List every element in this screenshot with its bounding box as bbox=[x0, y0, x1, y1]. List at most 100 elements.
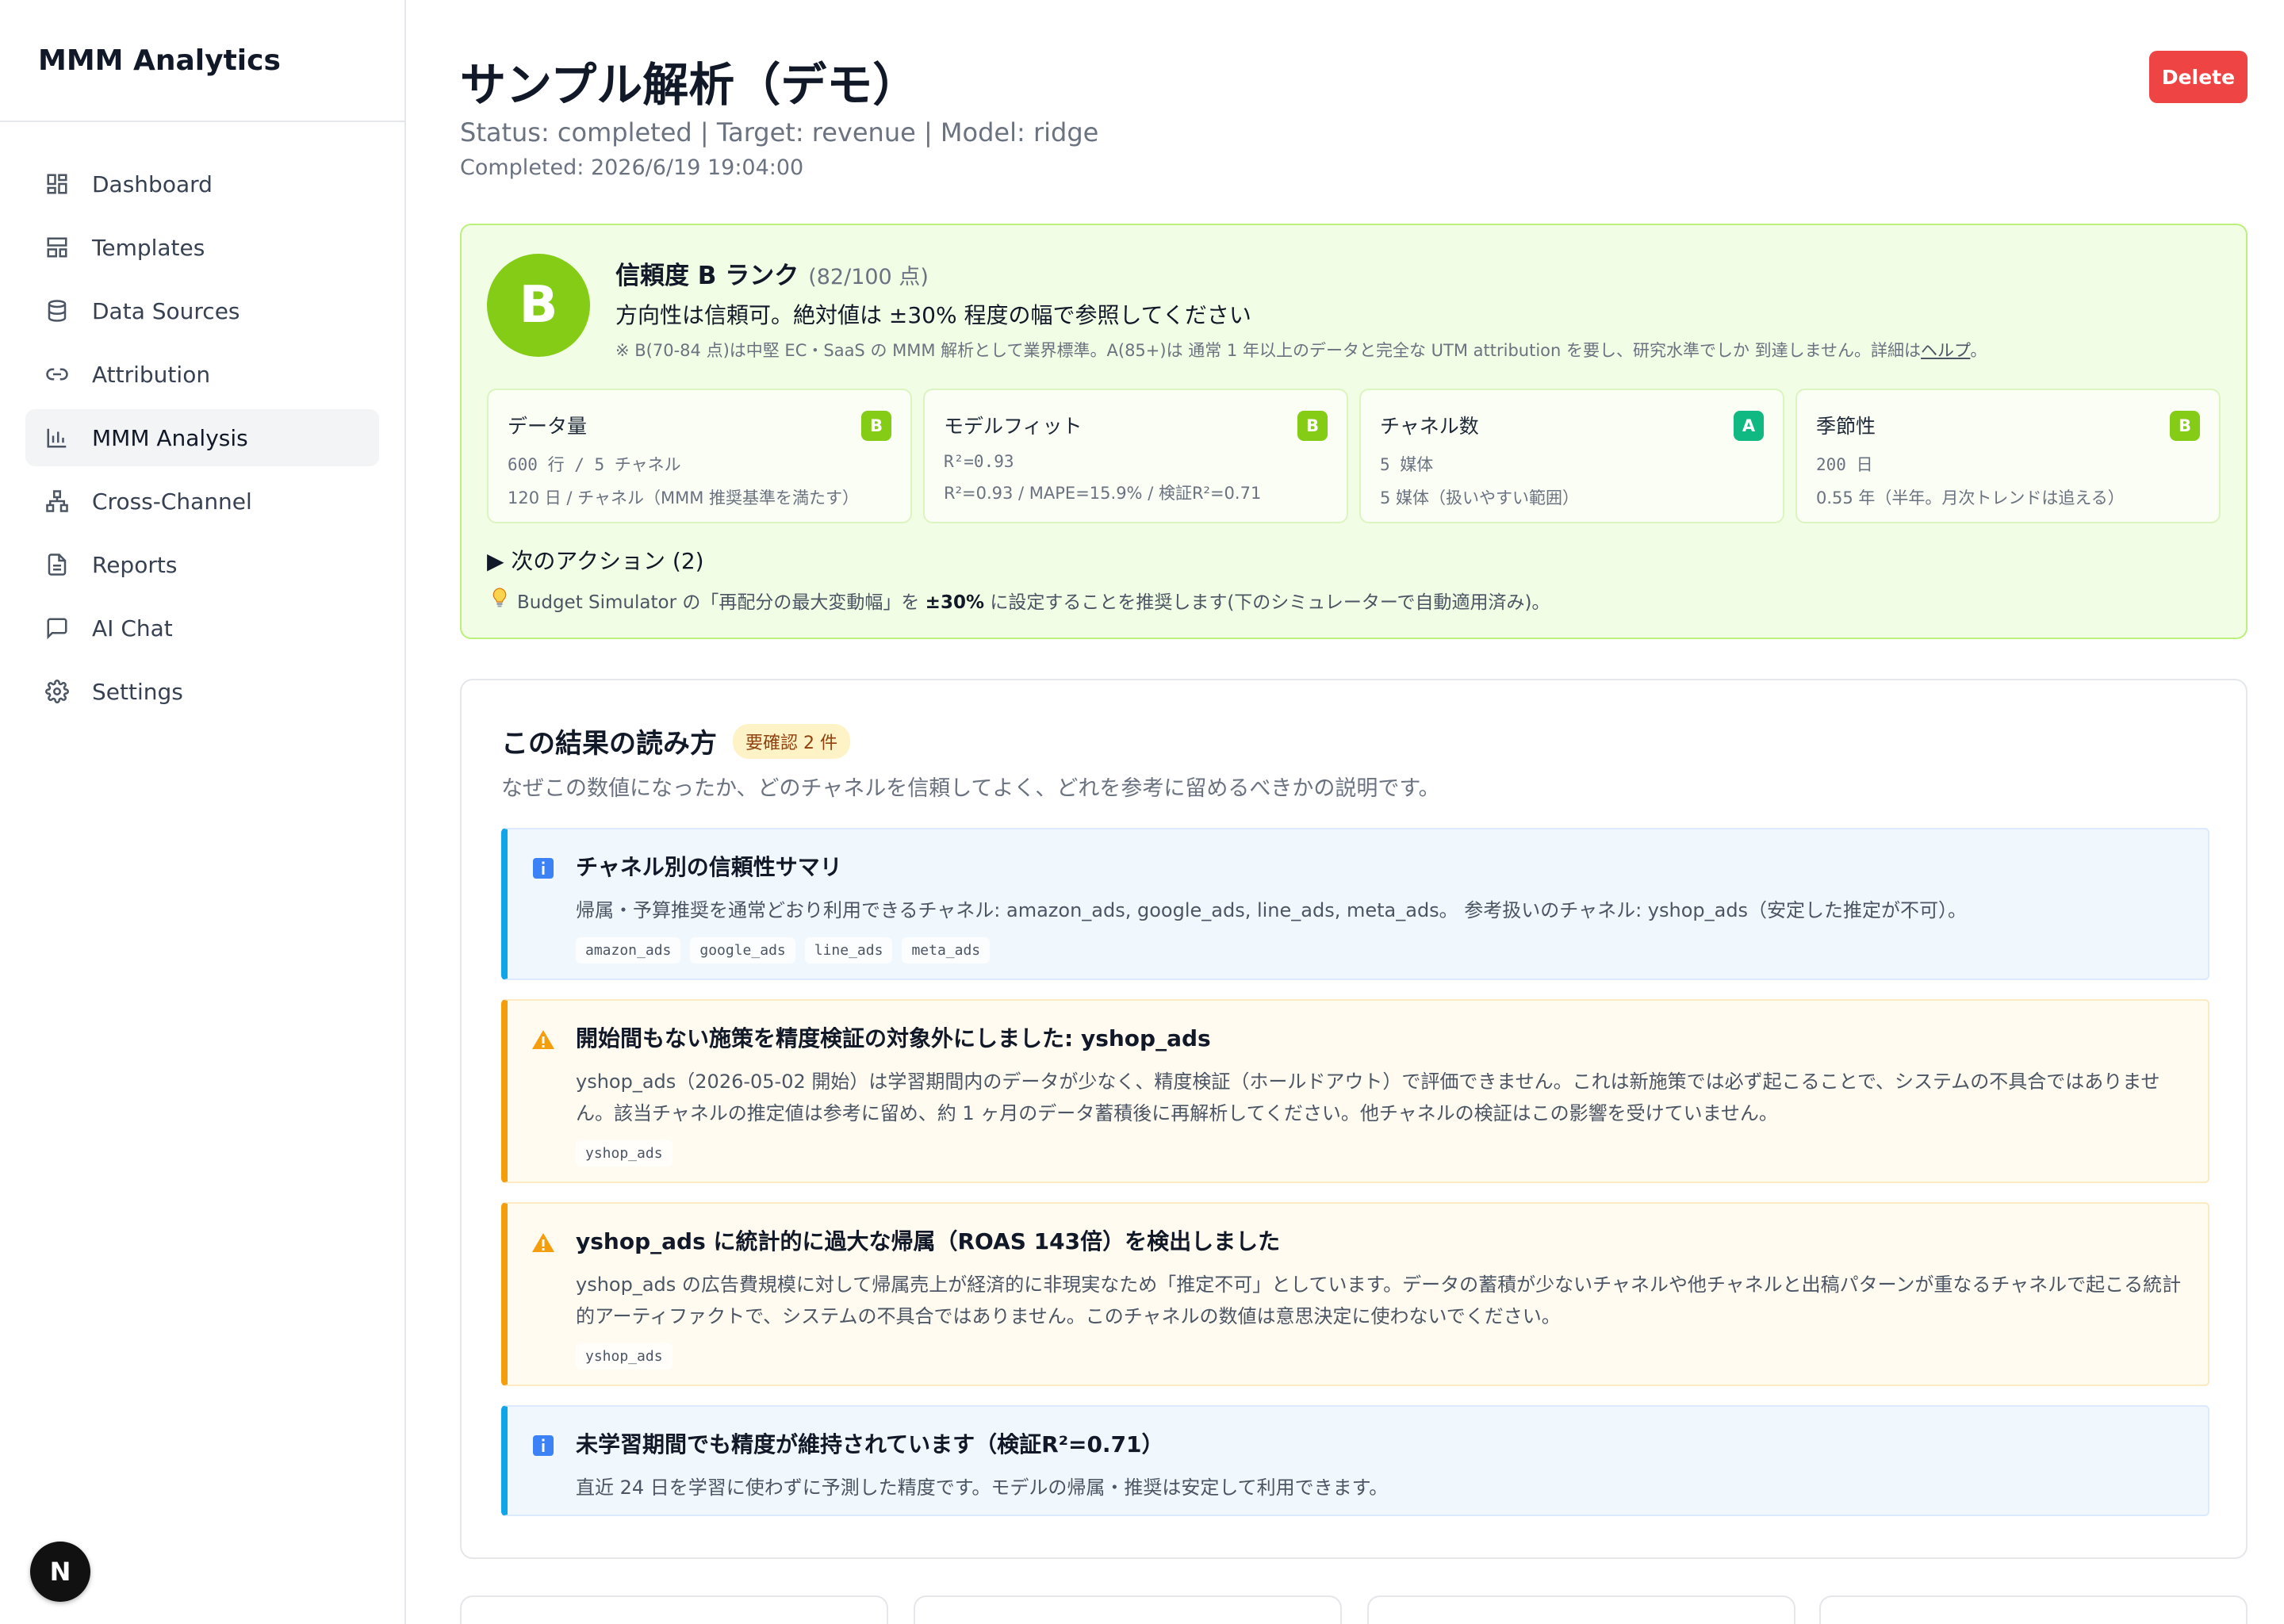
confidence-title: 信頼度 B ランク (82/100 点) bbox=[615, 255, 929, 291]
info-icon bbox=[531, 1434, 555, 1457]
channel-tag: yshop_ads bbox=[576, 1343, 673, 1369]
chat-icon bbox=[44, 615, 70, 641]
sidebar-item-label: Dashboard bbox=[92, 170, 213, 197]
analysis-meta: Status: completed | Target: revenue | Mo… bbox=[460, 117, 1099, 147]
sidebar-item-settings[interactable]: Settings bbox=[25, 663, 379, 720]
channel-tag: yshop_ads bbox=[576, 1140, 673, 1166]
tip-range: ±30% bbox=[925, 592, 984, 613]
sidebar-item-mmm-analysis[interactable]: MMM Analysis bbox=[25, 409, 379, 466]
result-reading-card: この結果の読み方 要確認 2 件 なぜこの数値になったか、どのチャネルを信頼して… bbox=[460, 679, 2248, 1559]
sidebar-item-reports[interactable]: Reports bbox=[25, 536, 379, 593]
metric-card-seasonality: 季節性 B 200 日 0.55 年（半年。月次トレンドは追える） bbox=[1795, 389, 2221, 523]
confidence-card: B 信頼度 B ランク (82/100 点) 方向性は信頼可。絶対値は ±30% … bbox=[460, 224, 2248, 639]
database-icon bbox=[44, 298, 70, 324]
metric-title: チャネル数 bbox=[1380, 415, 1479, 438]
sidebar-item-attribution[interactable]: Attribution bbox=[25, 346, 379, 403]
channel-tag: line_ads bbox=[804, 937, 893, 963]
sidebar-item-dashboard[interactable]: Dashboard bbox=[25, 155, 379, 213]
metric-value: 200 日 bbox=[1816, 455, 1873, 474]
metric-card-channel-count: チャネル数 A 5 媒体 5 媒体（扱いやすい範囲） bbox=[1359, 389, 1784, 523]
next-actions-toggle[interactable]: ▶ 次のアクション (2) bbox=[487, 544, 704, 576]
confidence-note-text: ※ B(70-84 点)は中堅 EC・SaaS の MMM 解析として業界標準。… bbox=[615, 341, 1922, 360]
metric-card-data-volume: データ量 B 600 行 / 5 チャネル 120 日 / チャネル（MMM 推… bbox=[487, 389, 912, 523]
confidence-note: ※ B(70-84 点)は中堅 EC・SaaS の MMM 解析として業界標準。… bbox=[615, 338, 1987, 362]
stat-card bbox=[1819, 1595, 2248, 1624]
delete-button[interactable]: Delete bbox=[2149, 51, 2248, 103]
sidebar-item-label: Templates bbox=[92, 234, 205, 261]
alert-heading: 開始間もない施策を精度検証の対象外にしました: yshop_ads bbox=[576, 1025, 1211, 1051]
sidebar-item-cross-channel[interactable]: Cross-Channel bbox=[25, 473, 379, 530]
metric-desc: 0.55 年（半年。月次トレンドは追える） bbox=[1816, 488, 2125, 508]
stat-card bbox=[914, 1595, 1342, 1624]
metric-grade-badge: B bbox=[2170, 411, 2200, 441]
sidebar-item-label: Settings bbox=[92, 678, 183, 705]
metric-value: R²=0.93 bbox=[944, 452, 1014, 471]
confidence-note-end: 。 bbox=[1970, 341, 1987, 360]
page-title: サンプル解析（デモ） bbox=[460, 58, 919, 112]
help-link[interactable]: ヘルプ bbox=[1921, 341, 1970, 360]
metric-value: 600 行 / 5 チャネル bbox=[508, 455, 681, 474]
confidence-subtitle: 方向性は信頼可。絶対値は ±30% 程度の幅で参照してください bbox=[615, 302, 1251, 328]
alert-excessive-attribution: yshop_ads に統計的に過大な帰属（ROAS 143倍）を検出しました y… bbox=[501, 1202, 2209, 1386]
sidebar-item-label: Cross-Channel bbox=[92, 488, 252, 515]
sidebar-item-ai-chat[interactable]: AI Chat bbox=[25, 599, 379, 657]
confidence-rank: 信頼度 B ランク bbox=[615, 262, 799, 290]
sidebar-item-label: Reports bbox=[92, 551, 178, 578]
metric-value: 5 媒体 bbox=[1380, 455, 1434, 474]
confidence-grade-badge: B bbox=[487, 254, 590, 357]
reading-title-text: この結果の読み方 bbox=[501, 728, 717, 760]
sidebar-item-label: Attribution bbox=[92, 361, 211, 388]
metric-desc: 5 媒体（扱いやすい範囲） bbox=[1380, 488, 1580, 508]
alert-new-campaign-excluded: 開始間もない施策を精度検証の対象外にしました: yshop_ads yshop_… bbox=[501, 999, 2209, 1183]
lightbulb-icon bbox=[492, 588, 509, 613]
sidebar-item-label: Data Sources bbox=[92, 297, 240, 324]
channel-tag: amazon_ads bbox=[576, 937, 681, 963]
sidebar-item-data-sources[interactable]: Data Sources bbox=[25, 282, 379, 339]
network-icon bbox=[44, 488, 70, 514]
gear-icon bbox=[44, 679, 70, 704]
metric-grade-badge: B bbox=[1297, 411, 1328, 441]
alert-heading: yshop_ads に統計的に過大な帰属（ROAS 143倍）を検出しました bbox=[576, 1228, 1281, 1254]
alert-heading: チャネル別の信頼性サマリ bbox=[576, 854, 842, 880]
sidebar: MMM Analytics Dashboard Templates Data S… bbox=[0, 0, 406, 1624]
metric-title: モデルフィット bbox=[944, 415, 1083, 438]
templates-icon bbox=[44, 235, 70, 260]
alert-tags: yshop_ads bbox=[576, 1343, 2184, 1369]
alert-tags: yshop_ads bbox=[576, 1140, 2184, 1166]
metric-title: 季節性 bbox=[1816, 415, 1876, 438]
alert-body: 直近 24 日を学習に使わずに予測した精度です。モデルの帰属・推奨は安定して利用… bbox=[576, 1477, 1389, 1499]
metric-grade-badge: B bbox=[861, 411, 891, 441]
sidebar-item-label: MMM Analysis bbox=[92, 424, 248, 451]
report-icon bbox=[44, 552, 70, 577]
metric-desc: R²=0.93 / MAPE=15.9% / 検証R²=0.71 bbox=[944, 484, 1262, 503]
next-dev-badge[interactable]: N bbox=[30, 1542, 90, 1602]
metric-card-model-fit: モデルフィット B R²=0.93 R²=0.93 / MAPE=15.9% /… bbox=[923, 389, 1348, 523]
info-icon bbox=[531, 856, 555, 880]
alert-channel-reliability: チャネル別の信頼性サマリ 帰属・予算推奨を通常どおり利用できるチャネル: ama… bbox=[501, 828, 2209, 980]
budget-tip: Budget Simulator の「再配分の最大変動幅」を ±30% に設定す… bbox=[492, 587, 1550, 614]
reading-title: この結果の読み方 要確認 2 件 bbox=[501, 722, 850, 760]
brand-logo[interactable]: MMM Analytics bbox=[0, 0, 404, 122]
channel-tag: google_ads bbox=[690, 937, 795, 963]
alert-body: 帰属・予算推奨を通常どおり利用できるチャネル: amazon_ads, goog… bbox=[576, 899, 1968, 921]
bar-chart-icon bbox=[44, 425, 70, 450]
tip-text: Budget Simulator の「再配分の最大変動幅」を bbox=[517, 592, 920, 613]
metric-grade-badge: A bbox=[1734, 411, 1764, 441]
stat-card bbox=[1367, 1595, 1795, 1624]
sidebar-nav: Dashboard Templates Data Sources Attribu… bbox=[0, 122, 404, 720]
alert-body: yshop_ads の広告費規模に対して帰属売上が経済的に非現実なため「推定不可… bbox=[576, 1274, 2182, 1327]
reading-subtitle: なぜこの数値になったか、どのチャネルを信頼してよく、どれを参考に留めるべきかの説… bbox=[501, 776, 1440, 801]
tip-text-end: に設定することを推奨します(下のシミュレーターで自動適用済み)。 bbox=[990, 592, 1550, 613]
link-icon bbox=[44, 362, 70, 387]
alert-holdout-accuracy: 未学習期間でも精度が維持されています（検証R²=0.71） 直近 24 日を学習… bbox=[501, 1405, 2209, 1516]
sidebar-item-label: AI Chat bbox=[92, 615, 173, 642]
metric-desc: 120 日 / チャネル（MMM 推奨基準を満たす） bbox=[508, 488, 860, 508]
metric-title: データ量 bbox=[508, 415, 588, 438]
warning-icon bbox=[531, 1231, 555, 1254]
sidebar-item-templates[interactable]: Templates bbox=[25, 219, 379, 276]
alert-heading: 未学習期間でも精度が維持されています（検証R²=0.71） bbox=[576, 1431, 1164, 1457]
review-count-badge: 要確認 2 件 bbox=[733, 723, 850, 759]
channel-tag: meta_ads bbox=[902, 937, 991, 963]
completed-timestamp: Completed: 2026/6/19 19:04:00 bbox=[460, 155, 804, 180]
alert-tags: amazon_ads google_ads line_ads meta_ads bbox=[576, 937, 2184, 963]
